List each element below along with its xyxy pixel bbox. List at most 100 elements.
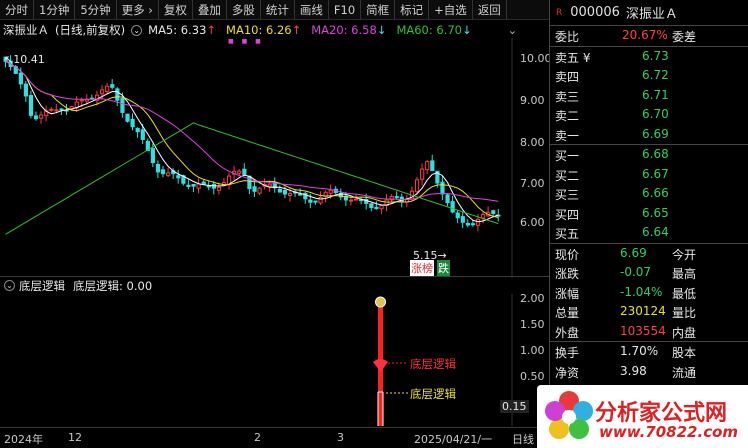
candle-body [105, 85, 110, 92]
ask-row: 卖三 6.71 [550, 86, 748, 106]
stock-name-label: 深振业Ａ [3, 23, 49, 37]
add-watchlist-button[interactable]: +自选 [429, 0, 473, 20]
candle-body [445, 194, 450, 204]
back-button[interactable]: 返回 [473, 0, 507, 20]
candle-body [440, 181, 445, 195]
candle-body [100, 89, 105, 95]
candle-body [425, 161, 430, 171]
candle-body [54, 109, 59, 112]
stats-button[interactable]: 统计 [261, 0, 295, 20]
ask-price: 6.71 [642, 87, 669, 102]
multi-stock-button[interactable]: 多股 [227, 0, 261, 20]
flower-logo-icon [545, 391, 593, 439]
ask-row: 卖二 6.70 [550, 105, 748, 125]
candle-body [374, 206, 379, 210]
candle-body [348, 199, 354, 202]
indicator-tick: 1.00 [520, 344, 545, 357]
bid-price: 6.65 [642, 205, 669, 220]
weibi-label: 委比 [555, 30, 580, 44]
candle-body [470, 223, 476, 226]
candle-body [237, 170, 242, 174]
indicator-annotation-yellow: 底层逻辑 [410, 387, 456, 401]
indicator-annotation-red: 底层逻辑 [410, 357, 456, 371]
indicator-header: ⌄ 底层逻辑 底层逻辑: 0.00 [0, 276, 549, 294]
ask-label: 卖五 ¥ [555, 50, 591, 65]
bid-row: 买五 6.64 [550, 223, 748, 243]
tab-5min[interactable]: 5分钟 [75, 0, 117, 20]
candle-body [59, 108, 64, 111]
indicator-tick: 1.50 [520, 318, 545, 331]
candle-body [28, 95, 34, 116]
ask-price: 6.73 [642, 48, 669, 63]
chart-toolbar: 分时 1分钟 5分钟 更多 › 复权 叠加 多股 统计 画线 F10 简框 标记… [0, 0, 549, 20]
period-label[interactable]: 日线 [512, 431, 534, 447]
tab-more[interactable]: 更多 › [117, 0, 159, 20]
corner-value-label: 0.15 [500, 400, 529, 413]
mark-button[interactable]: 标记 [395, 0, 430, 20]
candle-body [79, 99, 84, 102]
candle-body [18, 72, 23, 85]
overlay-button[interactable]: 叠加 [193, 0, 227, 20]
stat-label-2: 股本 [672, 346, 697, 360]
stat-row: 现价 6.69 今开 [550, 244, 748, 264]
time-cursor-label: 2025/04/21/一 [414, 433, 493, 446]
tab-1min[interactable]: 1分钟 [34, 0, 76, 20]
candles-group [3, 55, 501, 232]
candle-body [379, 204, 384, 210]
settings-icon[interactable]: ⌄ [131, 24, 143, 36]
candle-body [298, 193, 303, 196]
candle-body [277, 188, 283, 193]
candle-body [475, 218, 481, 226]
price-tick: 8.00 [520, 136, 545, 149]
indicator-settings-icon[interactable]: ⌄ [4, 280, 15, 291]
f10-button[interactable]: F10 [329, 0, 362, 20]
adjust-button[interactable]: 复权 [159, 0, 193, 20]
simple-frame-button[interactable]: 简框 [361, 0, 396, 20]
ma20-line [5, 60, 499, 202]
limit-up-tag: 涨榜 [410, 260, 434, 276]
ask-row: 卖四 6.72 [550, 66, 748, 86]
stat-value: -1.04% [620, 284, 663, 299]
candlestick-chart[interactable] [0, 38, 549, 278]
stat-value: -0.07 [620, 265, 652, 279]
candle-body [247, 175, 252, 190]
ask-row: 卖五 ¥ 6.73 [550, 47, 748, 67]
stat-label: 换手 [555, 346, 580, 360]
candle-body [191, 183, 196, 187]
quote-header: R 000006 深振业Ａ [550, 0, 748, 26]
ma5-arrow-icon: ↑ [206, 23, 217, 37]
candle-body [110, 84, 115, 88]
weibi-value: 20.67% [622, 28, 668, 42]
stat-value: 1.70% [620, 344, 659, 358]
stat-label: 外盘 [555, 325, 580, 340]
ask-label: 卖一 [555, 128, 580, 143]
bid-label: 买二 [555, 168, 580, 183]
ask-label: 卖四 [555, 70, 580, 84]
ask-label: 卖二 [555, 109, 580, 123]
candle-body [394, 196, 399, 199]
stat-row: 换手 1.70% 股本 [550, 342, 748, 362]
stat-value: 230124 [620, 304, 666, 318]
candle-body [455, 212, 460, 219]
price-tick: 9.00 [520, 94, 545, 107]
candle-body [201, 181, 206, 185]
time-axis: 2024年 12 2 3 2025/04/21/一 日线 [0, 427, 549, 448]
red-marker-icon [373, 359, 388, 372]
stat-row: 涨幅 -1.04% 最低 [550, 283, 748, 303]
candle-body [115, 88, 120, 101]
candle-body [354, 198, 359, 201]
bid-row: 买一 6.68 [550, 145, 748, 165]
dropdown-icon[interactable]: ⌄ [508, 23, 518, 37]
ma20-label: MA20: 6.58 [311, 23, 377, 37]
tab-timeshare[interactable]: 分时 [0, 0, 34, 20]
candle-body [328, 189, 333, 194]
bid-price: 6.66 [642, 186, 669, 200]
indicator-chart[interactable] [0, 294, 549, 426]
draw-line-button[interactable]: 画线 [295, 0, 329, 20]
candle-body [287, 192, 293, 197]
stat-label: 涨跌 [555, 267, 580, 281]
candle-body [414, 179, 420, 193]
bid-row: 买四 6.65 [550, 204, 748, 224]
r-mark: R [556, 7, 563, 18]
stat-value: 3.98 [620, 363, 647, 378]
